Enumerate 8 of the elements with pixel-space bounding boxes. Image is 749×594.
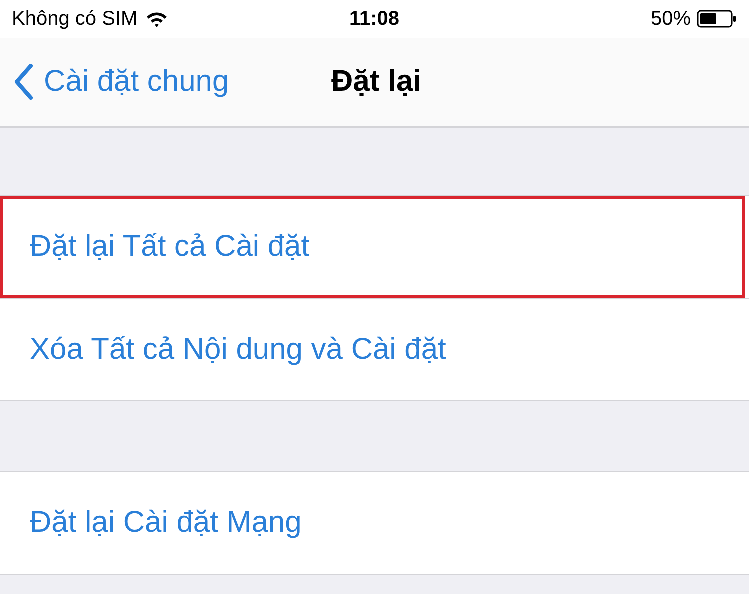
nav-title: Đặt lại	[331, 65, 422, 99]
chevron-left-icon	[14, 64, 34, 100]
wifi-icon	[146, 10, 168, 28]
carrier-label: Không có SIM	[12, 8, 138, 30]
battery-percent: 50%	[650, 8, 692, 30]
battery-icon	[697, 10, 738, 28]
back-button[interactable]: Cài đặt chung	[0, 64, 230, 100]
clock-time: 11:08	[349, 8, 400, 30]
